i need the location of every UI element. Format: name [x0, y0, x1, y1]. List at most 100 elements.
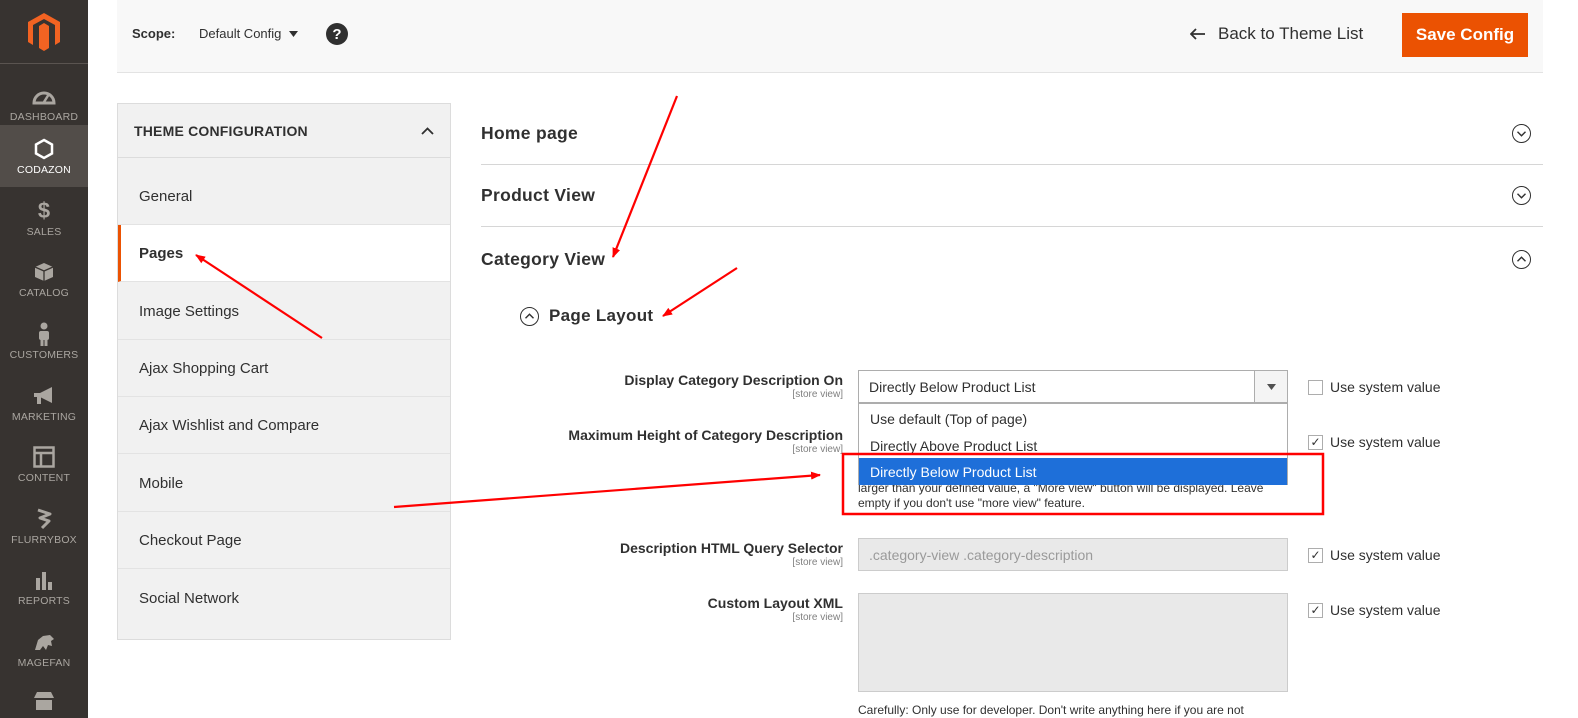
nav-content-label: CONTENT — [17, 471, 71, 484]
dropdown-option[interactable]: Use default (Top of page) — [859, 405, 1287, 432]
nav-flurrybox-label: FLURRYBOX — [11, 533, 77, 546]
display-desc-dropdown: Use default (Top of page) Directly Above… — [858, 403, 1288, 485]
magento-logo-icon — [28, 12, 60, 51]
theme-configuration-title: THEME CONFIGURATION — [134, 122, 308, 139]
back-label: Back to Theme List — [1218, 24, 1364, 43]
display-desc-select[interactable]: Directly Below Product List — [858, 370, 1288, 403]
store-icon — [34, 692, 54, 710]
tab-general[interactable]: General — [118, 168, 450, 225]
tab-checkout-page[interactable]: Checkout Page — [118, 512, 450, 569]
nav-flurrybox[interactable]: FLURRYBOX — [0, 495, 88, 557]
display-desc-label: Display Category Description On — [624, 372, 843, 388]
chevron-down-circle-icon — [1512, 186, 1531, 205]
custom-xml-textarea[interactable] — [858, 593, 1288, 692]
nav-codazon[interactable]: CODAZON — [0, 125, 88, 187]
box-icon — [34, 260, 54, 284]
query-selector-use-system[interactable]: ✓ Use system value — [1308, 547, 1440, 563]
nav-catalog[interactable]: CATALOG — [0, 248, 88, 310]
scope-label: Scope: — [132, 26, 176, 41]
query-selector-label: Description HTML Query Selector — [619, 540, 843, 556]
nav-stores-partial[interactable] — [0, 690, 88, 718]
theme-configuration-panel: THEME CONFIGURATION General Pages Image … — [117, 103, 451, 640]
tab-image-settings[interactable]: Image Settings — [118, 283, 450, 340]
page-header: Scope: Default Config ? Back to Theme Li… — [117, 0, 1543, 73]
subsection-page-layout[interactable]: Page Layout — [520, 306, 653, 326]
nav-sales[interactable]: $ SALES — [0, 187, 88, 249]
back-to-theme-list-button[interactable]: Back to Theme List — [1190, 24, 1363, 44]
hexagon-icon — [34, 137, 54, 161]
nav-reports-label: REPORTS — [18, 594, 70, 607]
dropdown-option-selected[interactable]: Directly Below Product List — [859, 458, 1287, 485]
tab-ajax-shopping-cart[interactable]: Ajax Shopping Cart — [118, 340, 450, 397]
query-selector-value: .category-view .category-description — [869, 546, 1094, 563]
arrow-left-icon — [1190, 28, 1205, 40]
nav-magefan[interactable]: MAGEFAN — [0, 618, 88, 680]
nav-customers-label: CUSTOMERS — [9, 348, 79, 361]
query-selector-scope: [store view] — [792, 557, 843, 568]
max-height-label: Maximum Height of Category Description — [568, 427, 843, 443]
section-category-view-title: Category View — [481, 248, 606, 269]
display-desc-use-system[interactable]: Use system value — [1308, 379, 1440, 395]
tab-ajax-wishlist-compare[interactable]: Ajax Wishlist and Compare — [118, 397, 450, 454]
chevron-down-circle-icon — [1512, 124, 1531, 143]
max-height-scope: [store view] — [792, 444, 843, 455]
admin-sidebar: DASHBOARD CODAZON $ SALES CATALOG CUSTOM… — [0, 0, 88, 718]
chevron-up-icon — [421, 126, 434, 135]
display-desc-value: Directly Below Product List — [869, 378, 1036, 395]
use-system-label: Use system value — [1330, 379, 1441, 395]
annotation-arrow — [393, 471, 821, 509]
max-height-hint-2: empty if you don't use "more view" featu… — [858, 496, 1085, 510]
subsection-page-layout-title: Page Layout — [549, 306, 654, 325]
custom-xml-use-system[interactable]: ✓ Use system value — [1308, 602, 1440, 618]
person-icon — [37, 322, 51, 346]
chevron-up-circle-icon — [520, 306, 539, 326]
section-product-view-title: Product View — [481, 185, 596, 205]
theme-configuration-header[interactable]: THEME CONFIGURATION — [118, 104, 450, 158]
layout-icon — [33, 445, 55, 469]
flurrybox-icon — [34, 507, 54, 531]
nav-catalog-label: CATALOG — [18, 286, 70, 299]
checkbox-checked[interactable]: ✓ — [1308, 547, 1323, 563]
nav-reports[interactable]: REPORTS — [0, 556, 88, 618]
dashboard-icon — [32, 84, 56, 108]
custom-xml-label: Custom Layout XML — [707, 595, 843, 611]
custom-xml-scope: [store view] — [792, 612, 843, 623]
scope-value: Default Config — [199, 26, 282, 41]
save-config-button[interactable]: Save Config — [1402, 13, 1528, 57]
dropdown-option[interactable]: Directly Above Product List — [859, 432, 1287, 459]
checkbox-unchecked[interactable] — [1308, 379, 1323, 395]
section-home-page[interactable]: Home page — [481, 103, 1543, 165]
use-system-label: Use system value — [1330, 547, 1441, 563]
tab-social-network[interactable]: Social Network — [118, 570, 450, 627]
caret-down-icon — [289, 30, 299, 37]
use-system-label: Use system value — [1330, 602, 1441, 618]
nav-content[interactable]: CONTENT — [0, 433, 88, 495]
help-icon[interactable]: ? — [326, 23, 348, 45]
use-system-label: Use system value — [1330, 434, 1441, 450]
nav-sales-label: SALES — [26, 225, 62, 238]
chevron-up-circle-icon — [1512, 249, 1531, 269]
dollar-icon: $ — [37, 197, 51, 223]
checkbox-checked[interactable]: ✓ — [1308, 602, 1323, 618]
magento-logo[interactable] — [0, 0, 88, 64]
nav-codazon-label: CODAZON — [17, 163, 71, 176]
select-arrow-icon — [1254, 371, 1287, 402]
display-desc-scope: [store view] — [792, 389, 843, 400]
custom-xml-hint: Carefully: Only use for developer. Don't… — [858, 703, 1244, 717]
nav-customers[interactable]: CUSTOMERS — [0, 310, 88, 372]
section-category-view[interactable]: Category View — [481, 228, 1543, 290]
max-height-use-system[interactable]: ✓ Use system value — [1308, 434, 1440, 450]
section-product-view[interactable]: Product View — [481, 165, 1543, 227]
scope-switcher[interactable]: Default Config — [199, 26, 299, 41]
nav-marketing-label: MARKETING — [11, 410, 77, 423]
checkbox-checked[interactable]: ✓ — [1308, 434, 1323, 450]
tab-mobile[interactable]: Mobile — [118, 455, 450, 512]
nav-marketing[interactable]: MARKETING — [0, 372, 88, 434]
bar-chart-icon — [34, 568, 54, 592]
magefan-icon — [32, 630, 56, 654]
tab-pages[interactable]: Pages — [118, 225, 450, 282]
section-home-page-title: Home page — [481, 123, 579, 143]
nav-dashboard-label: DASHBOARD — [9, 110, 79, 123]
nav-magefan-label: MAGEFAN — [17, 656, 71, 669]
query-selector-input[interactable]: .category-view .category-description — [858, 538, 1288, 571]
